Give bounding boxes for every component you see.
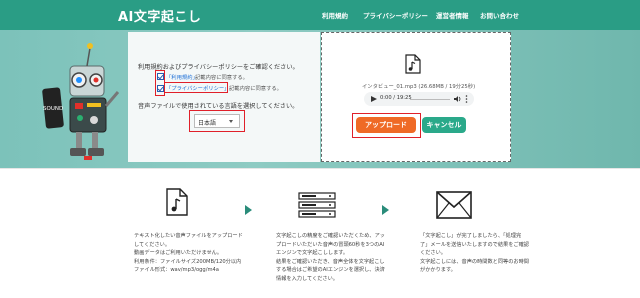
volume-icon[interactable] [454,95,462,103]
nav-operator[interactable]: 運営者情報 [436,10,469,20]
chevron-down-icon [229,120,233,123]
file-info: インタビュー_01.mp3 (26.68MB / 19分25秒) [362,84,476,90]
section-divider [0,168,640,169]
more-options-icon[interactable] [465,95,468,103]
site-logo[interactable]: AI文字起こし [118,6,201,25]
mail-icon [436,191,472,219]
nav-contact[interactable]: お問い合わせ [480,10,519,20]
audio-player[interactable]: 0:00 / 19:25 [364,92,474,106]
play-icon[interactable] [371,96,377,102]
nav-terms[interactable]: 利用規約 [322,10,348,20]
language-instruction: 音声ファイルで使用されている言語を選択してください。 [138,103,299,110]
privacy-link[interactable]: 「プライバシーポリシー」 [166,84,229,92]
language-select[interactable]: 日本語 [194,114,240,128]
audio-progress[interactable] [410,98,450,100]
terms-agree-text: 記載内容に同意する。 [195,75,248,81]
audio-time: 0:00 / 19:25 [380,95,412,101]
site-header [0,0,640,30]
step-3-description: 「文字起こし」が完了しましたら、「処理完 了」メールを送信いたしますので結果をご… [420,233,529,273]
server-icon [298,192,336,218]
step-arrow-2 [382,205,389,215]
step-1-description: テキスト化したい音声ファイルをアップロード してください。 動画データはご利用い… [134,233,243,273]
robot-illustration: SOUND [42,43,120,160]
music-file-icon [166,188,188,216]
robot-sound-label: SOUND [43,106,63,112]
nav-privacy[interactable]: プライバシーポリシー [363,10,428,20]
language-value: 日本語 [198,120,217,127]
privacy-agree-text: 記載内容に同意する。 [229,86,282,92]
cancel-button[interactable]: キャンセル [422,117,466,133]
consent-panel [128,32,320,162]
checkbox-highlight [155,70,165,96]
terms-link[interactable]: 「利用規約」 [166,73,198,81]
audio-file-icon [405,54,421,74]
step-arrow-1 [245,205,252,215]
upload-button[interactable]: アップロード [356,117,416,133]
step-2-description: 文字起こしの精度をご確認いただくため、アッ プロードいただいた音声の冒頭60秒を… [276,233,385,282]
